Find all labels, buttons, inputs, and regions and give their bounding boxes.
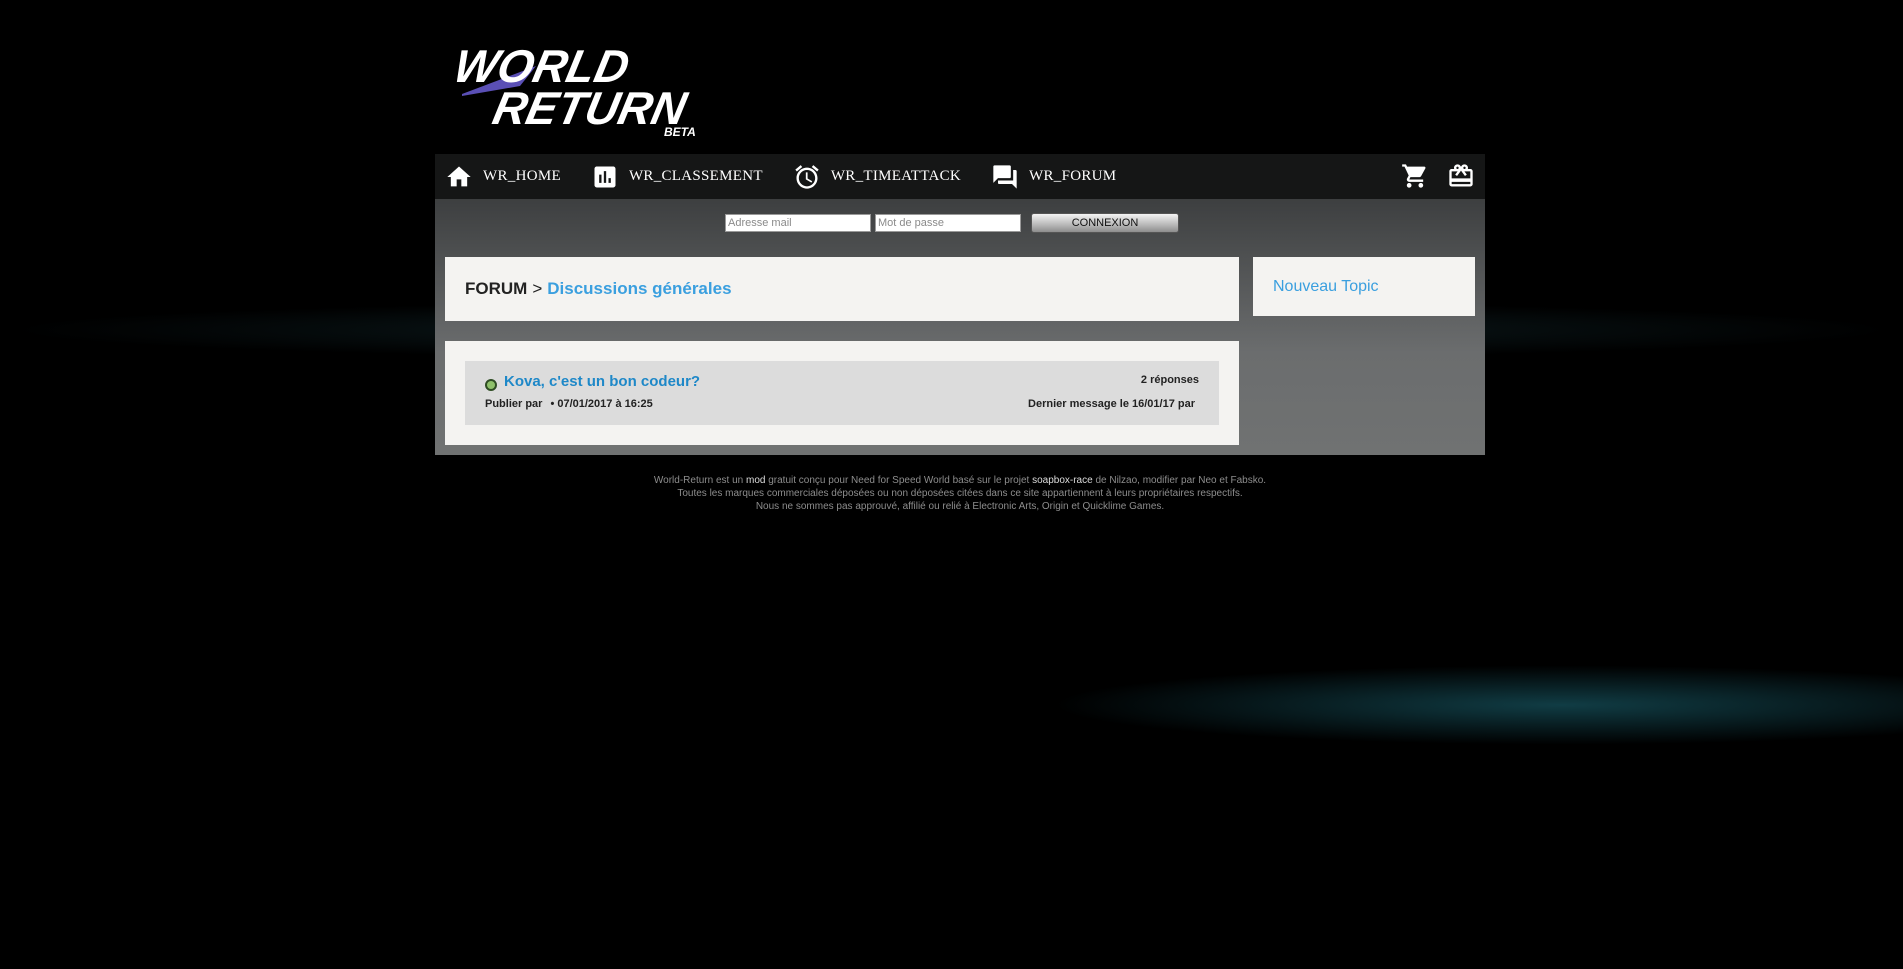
sidebar-panel: Nouveau Topic (1253, 257, 1475, 316)
login-form: CONNEXION (725, 213, 1179, 233)
footer-line-3: Nous ne sommes pas approuvé, affilié ou … (755, 501, 1165, 512)
cart-icon[interactable] (1401, 162, 1429, 190)
footer-text: de Nilzao, modifier par Neo et Fabsko. (1095, 475, 1267, 486)
topic-list: Kova, c'est un bon codeur? Publier par • 0… (445, 341, 1239, 445)
topic-last-message: Dernier message le 16/01/17 par (1028, 398, 1195, 410)
footer-line-1: World-Return est un mod gratuit conçu po… (435, 474, 1485, 487)
footer: World-Return est un mod gratuit conçu po… (435, 474, 1485, 513)
home-icon (447, 166, 471, 186)
email-field[interactable] (725, 214, 871, 232)
topic-author-label: Publier par (485, 398, 543, 410)
topic-row: Kova, c'est un bon codeur? Publier par • 0… (465, 361, 1219, 425)
site-container: WR_HOME WR_CLASSEMENT WR_TIMEATTACK WR_F… (435, 154, 1485, 455)
new-topic-link[interactable]: Nouveau Topic (1273, 278, 1379, 296)
login-button[interactable]: CONNEXION (1031, 213, 1179, 233)
logo-word-return: RETURN (488, 82, 692, 133)
leaderboard-icon (594, 166, 616, 187)
footer-text: World-Return est un (653, 475, 744, 486)
topic-status-icon (485, 379, 497, 391)
breadcrumb-current[interactable]: Discussions générales (547, 279, 731, 299)
logo-badge-beta: BETA (664, 125, 696, 138)
main-nav: WR_HOME WR_CLASSEMENT WR_TIMEATTACK WR_F… (435, 154, 1485, 199)
gift-card-icon[interactable] (1447, 162, 1475, 190)
nav-item-home[interactable]: WR_HOME (445, 163, 561, 191)
footer-text: gratuit conçu pour Need for Speed World … (768, 475, 1030, 486)
alarm-clock-icon (795, 164, 819, 189)
nav-item-label: WR_FORUM (1029, 168, 1117, 184)
topic-title-link[interactable]: Kova, c'est un bon codeur? (504, 373, 700, 390)
breadcrumb-separator: > (532, 279, 543, 298)
topic-reply-count: 2 réponses (1140, 374, 1199, 386)
topic-date: 07/01/2017 à 16:25 (557, 398, 653, 410)
forum-icon (993, 164, 1017, 189)
nav-right-icons (1401, 162, 1475, 190)
bullet-icon: • (550, 398, 555, 410)
nav-item-classement[interactable]: WR_CLASSEMENT (591, 163, 763, 191)
world-return-logo: WORLD RETURN BETA (450, 42, 696, 138)
breadcrumb: FORUM > Discussions générales (445, 257, 1239, 321)
nav-item-label: WR_CLASSEMENT (628, 168, 763, 184)
breadcrumb-root[interactable]: FORUM (465, 279, 527, 299)
background-light-streak (1050, 665, 1903, 745)
main-content: CONNEXION FORUM > Discussions générales … (435, 199, 1485, 455)
footer-project-link[interactable]: soapbox-race (1032, 475, 1093, 486)
nav-item-forum[interactable]: WR_FORUM (991, 163, 1116, 191)
topic-meta: Publier par • 07/01/2017 à 16:25 (485, 398, 653, 410)
nav-item-label: WR_HOME (483, 168, 561, 184)
password-field[interactable] (875, 214, 1021, 232)
footer-mod-link[interactable]: mod (746, 475, 765, 486)
nav-item-label: WR_TIMEATTACK (830, 168, 962, 184)
footer-line-2: Toutes les marques commerciales déposées… (677, 488, 1243, 499)
nav-item-timeattack[interactable]: WR_TIMEATTACK (793, 163, 961, 191)
